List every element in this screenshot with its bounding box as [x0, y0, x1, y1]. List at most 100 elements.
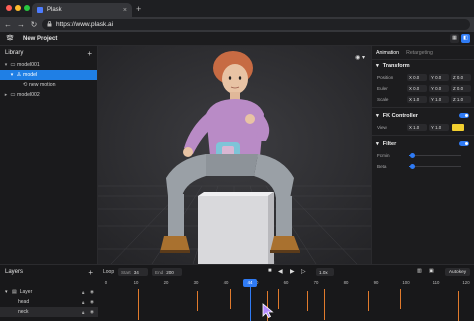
browser-tab-strip: Plask × +: [0, 0, 474, 17]
euler-y-field[interactable]: Y 0.0: [429, 85, 449, 92]
autokey-button[interactable]: Autokey: [445, 268, 470, 276]
beta-slider[interactable]: [409, 164, 461, 169]
fk-color-swatch[interactable]: [452, 124, 464, 131]
browser-tab[interactable]: Plask ×: [32, 3, 132, 17]
address-bar[interactable]: https://www.plask.ai: [42, 19, 470, 30]
eye-icon[interactable]: ◉: [90, 309, 94, 315]
library-item-new-motion[interactable]: ⟲ new motion: [0, 80, 97, 90]
app-window: Plask × + ← → ↻ https://www.plask.ai New…: [0, 0, 474, 321]
filter-toggle[interactable]: [459, 141, 469, 146]
forward-button[interactable]: →: [16, 20, 26, 29]
playhead-line[interactable]: [250, 281, 251, 321]
lock-icon[interactable]: 🔒︎: [82, 310, 84, 315]
new-tab-button[interactable]: +: [136, 4, 141, 14]
motion-icon: ⟲: [22, 82, 28, 88]
playhead-frame-label[interactable]: 44: [243, 279, 257, 287]
library-item-label: model002: [17, 92, 40, 98]
layer-row-layer[interactable]: ▾ ▤ Layer 🔒︎ ◉: [0, 287, 98, 297]
eye-icon: ◉: [355, 55, 361, 61]
viewport-view-menu[interactable]: ◉ ▾: [355, 54, 365, 61]
tab-close-icon[interactable]: ×: [123, 7, 127, 14]
timeline-ruler[interactable]: 0102030405060708090100110120: [102, 280, 474, 289]
project-title[interactable]: New Project: [23, 36, 57, 42]
next-frame-icon[interactable]: ▷: [301, 268, 306, 275]
keyframe-mark[interactable]: [278, 289, 279, 309]
layer-settings-icon[interactable]: ▣: [429, 268, 434, 274]
lock-icon[interactable]: 🔒︎: [82, 300, 84, 305]
eye-icon[interactable]: ◉: [90, 299, 94, 305]
keyframe-mark[interactable]: [368, 291, 369, 311]
lock-icon[interactable]: 🔒︎: [82, 290, 84, 295]
scale-z-field[interactable]: Z 1.0: [451, 96, 471, 103]
fk-view-y-field[interactable]: Y 1.0: [429, 124, 449, 131]
tab-retargeting[interactable]: Retargeting: [406, 50, 433, 56]
keyframe-mark[interactable]: [307, 291, 308, 311]
position-z-field[interactable]: Z 0.0: [451, 74, 471, 81]
keyframe-filter-icon[interactable]: ▥: [417, 268, 422, 274]
property-label: View: [377, 125, 387, 130]
chevron-down-icon[interactable]: ▾: [5, 289, 10, 295]
fcmin-slider-handle[interactable]: [409, 153, 415, 158]
maximize-window-button[interactable]: [24, 5, 30, 11]
keyframe-mark[interactable]: [400, 289, 401, 309]
fcmin-slider[interactable]: [409, 153, 461, 158]
minimize-window-button[interactable]: [15, 5, 21, 11]
url-text: https://www.plask.ai: [56, 21, 114, 28]
fk-controller-toggle[interactable]: [459, 113, 469, 118]
layer-label: neck: [18, 309, 29, 315]
start-frame-field[interactable]: Start 34: [118, 268, 148, 276]
keyframe-mark[interactable]: [324, 289, 325, 320]
tab-animation[interactable]: Animation: [376, 50, 399, 56]
property-label: Euler: [377, 86, 388, 91]
playback-speed-select[interactable]: 1.0x: [316, 268, 334, 276]
library-item-model001[interactable]: ▾ ▭ model001: [0, 60, 97, 70]
scale-x-field[interactable]: X 1.0: [407, 96, 427, 103]
close-window-button[interactable]: [6, 5, 12, 11]
chevron-down-icon: ▾: [376, 113, 379, 119]
layer-icon: ▤: [12, 289, 17, 295]
add-library-item-button[interactable]: +: [87, 49, 92, 58]
layer-row-neck[interactable]: neck 🔒︎ ◉: [0, 307, 98, 317]
reload-button[interactable]: ↻: [29, 20, 39, 29]
keyframe-mark[interactable]: [138, 289, 139, 320]
keyframe-mark[interactable]: [230, 289, 231, 309]
end-frame-field[interactable]: End 200: [152, 268, 182, 276]
mouse-pointer-icon: [262, 303, 274, 318]
library-title: Library: [5, 50, 24, 56]
section-title: Transform: [382, 63, 410, 69]
grid-view-icon[interactable]: ▦: [450, 34, 459, 43]
loop-label[interactable]: Loop: [103, 269, 114, 275]
library-item-model[interactable]: ▾ ♙ model: [0, 70, 97, 80]
beta-slider-handle[interactable]: [409, 164, 415, 169]
3d-viewport[interactable]: ◉ ▾: [98, 46, 371, 264]
previous-frame-icon[interactable]: ◀: [278, 268, 283, 275]
add-layer-button[interactable]: +: [88, 268, 93, 277]
split-view-icon[interactable]: ◧: [461, 34, 470, 43]
lock-icon: [47, 20, 52, 29]
scale-y-field[interactable]: Y 1.0: [429, 96, 449, 103]
stop-icon[interactable]: ■: [268, 268, 272, 274]
keyframe-mark[interactable]: [197, 291, 198, 311]
euler-z-field[interactable]: Z 0.0: [451, 85, 471, 92]
timeline-tracks[interactable]: [102, 289, 474, 321]
seat-box: [198, 192, 274, 264]
play-icon[interactable]: ▶: [290, 268, 295, 275]
filter-section-header[interactable]: ▾ Filter: [372, 138, 474, 150]
fk-controller-section-header[interactable]: ▾ FK Controller: [372, 110, 474, 122]
library-item-label: model001: [17, 62, 40, 68]
back-button[interactable]: ←: [3, 20, 13, 29]
library-item-model002[interactable]: ▸ ▭ model002: [0, 90, 97, 100]
layer-row-head[interactable]: head 🔒︎ ◉: [0, 297, 98, 307]
eye-icon[interactable]: ◉: [90, 289, 94, 295]
plask-logo-icon[interactable]: [5, 34, 15, 44]
ruler-tick-label: 0: [104, 280, 108, 285]
position-y-field[interactable]: Y 0.0: [429, 74, 449, 81]
property-label: Fcmin: [377, 153, 390, 158]
ruler-tick-label: 80: [343, 280, 349, 285]
fk-view-x-field[interactable]: X 1.0: [407, 124, 427, 131]
keyframe-mark[interactable]: [458, 291, 459, 321]
euler-x-field[interactable]: X 0.0: [407, 85, 427, 92]
transform-section-header[interactable]: ▾ Transform: [372, 60, 474, 72]
position-x-field[interactable]: X 0.0: [407, 74, 427, 81]
ruler-tick-label: 20: [163, 280, 169, 285]
